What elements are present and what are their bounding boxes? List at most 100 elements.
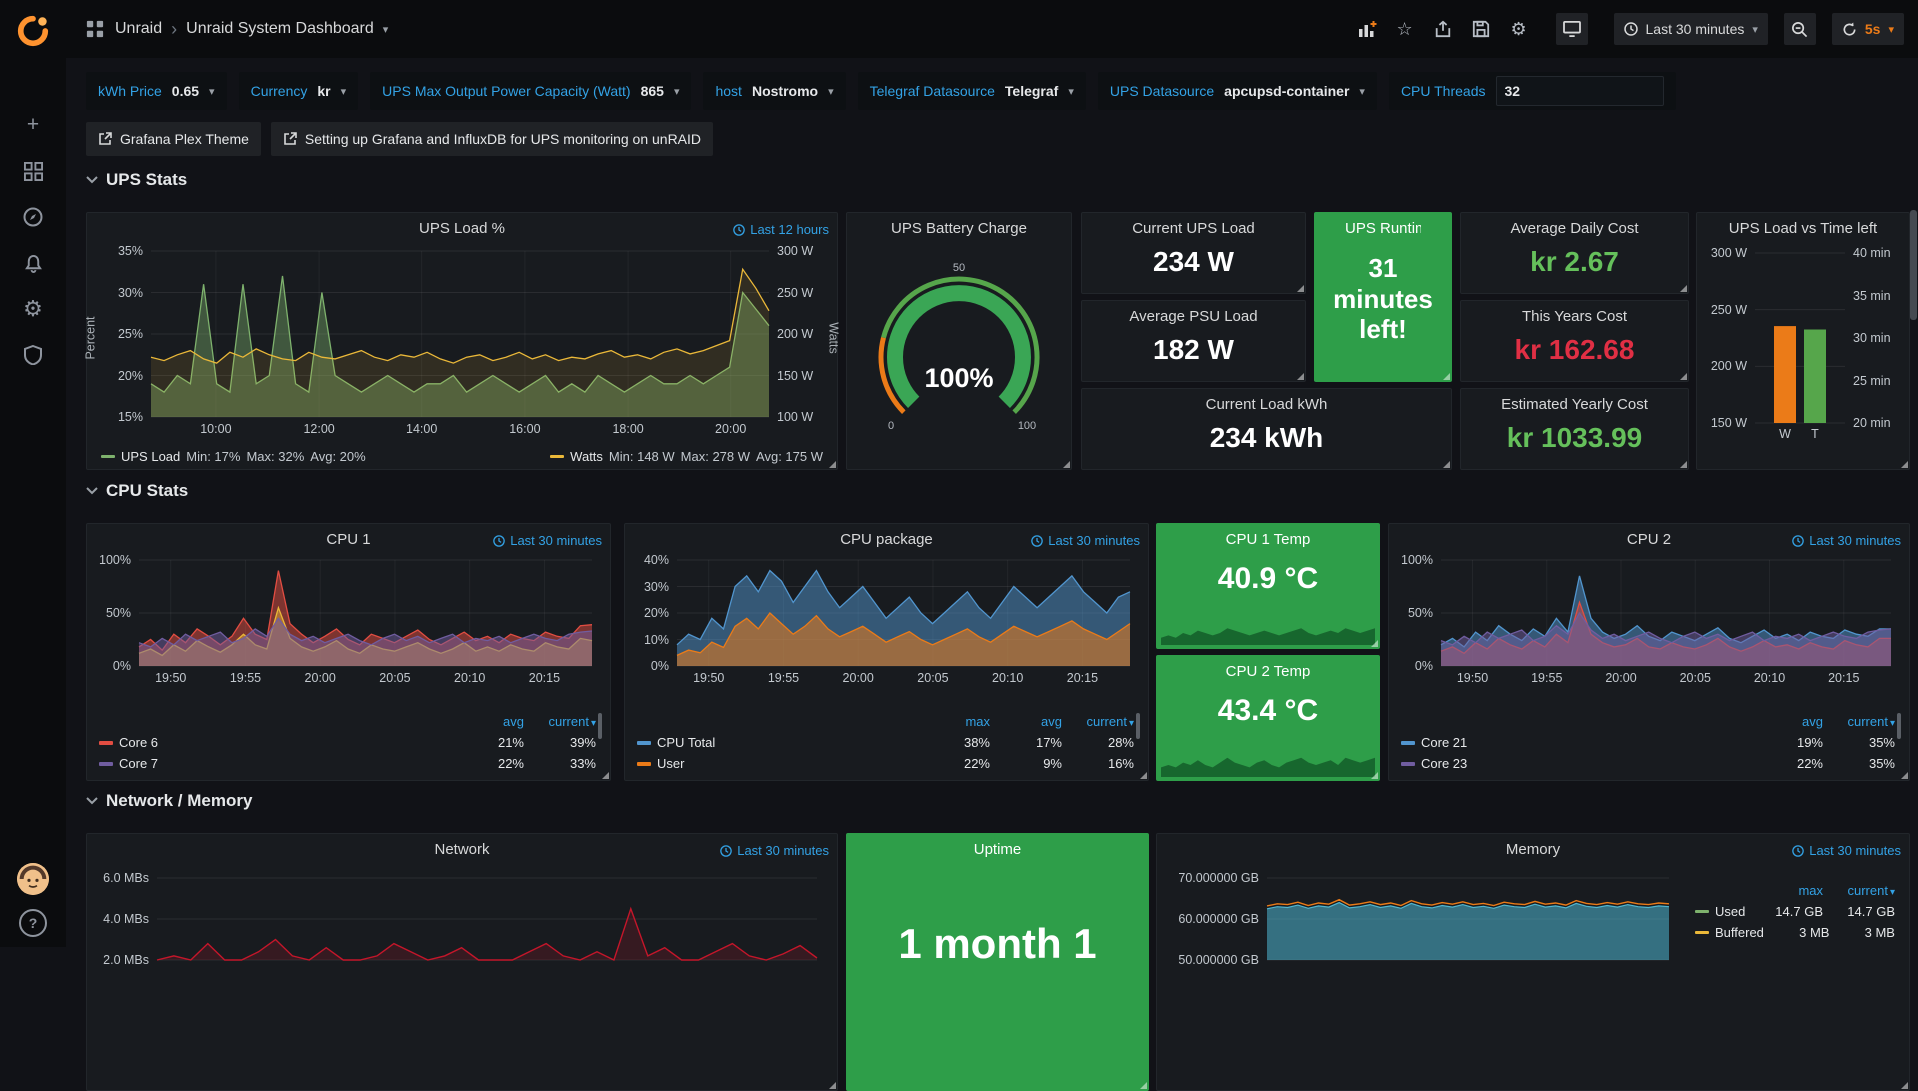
legend-series-name[interactable]: Buffered <box>1715 925 1764 940</box>
configuration-gear-icon[interactable]: ⚙ <box>0 286 66 332</box>
legend-swatch <box>637 762 651 766</box>
chevron-down-icon[interactable]: ▾ <box>383 23 389 36</box>
dashboards-icon[interactable] <box>0 148 66 194</box>
legend-row: Core 7 22% 33% <box>99 753 596 774</box>
legend-series-name[interactable]: Core 23 <box>1421 756 1467 771</box>
legend-col-avg[interactable]: avg <box>452 714 524 729</box>
panel-timerange-link[interactable]: Last 30 minutes <box>493 533 602 548</box>
save-icon[interactable] <box>1470 18 1492 40</box>
legend-series-name[interactable]: Used <box>1715 904 1745 919</box>
legend-col-current[interactable]: current <box>1062 714 1134 729</box>
server-admin-shield-icon[interactable] <box>0 332 66 378</box>
breadcrumb-dashboard[interactable]: Unraid System Dashboard <box>186 20 374 38</box>
star-icon[interactable]: ☆ <box>1394 18 1416 40</box>
template-variables: kWh Price 0.65 ▾ Currency kr ▾ UPS Max O… <box>86 72 1676 110</box>
zoom-out-button[interactable] <box>1784 13 1816 45</box>
panel-title[interactable]: CPU 2 Temp <box>1187 663 1349 680</box>
legend-scrollbar[interactable] <box>1136 713 1140 739</box>
legend-swatch <box>1695 931 1709 934</box>
panel-cpu1-temp: CPU 1 Temp 40.9 °C <box>1156 523 1380 649</box>
link-grafana-plex-theme[interactable]: Grafana Plex Theme <box>86 122 261 156</box>
legend-series-name[interactable]: UPS Load <box>121 449 180 464</box>
legend-col-avg[interactable]: avg <box>1751 714 1823 729</box>
link-ups-monitoring-guide[interactable]: Setting up Grafana and InfluxDB for UPS … <box>271 122 713 156</box>
legend-series-name[interactable]: Core 7 <box>119 756 158 771</box>
legend-scrollbar[interactable] <box>598 713 602 739</box>
breadcrumb-app[interactable]: Unraid <box>115 20 162 38</box>
panel-title[interactable]: UPS Load % <box>117 220 807 237</box>
panel-title[interactable]: CPU 1 Temp <box>1187 531 1349 548</box>
panel-title[interactable]: Estimated Yearly Cost <box>1491 396 1658 413</box>
cpu1-chart: 100%50%0%19:5019:5520:0020:0520:1020:15 <box>93 554 600 688</box>
variable-currency[interactable]: Currency kr ▾ <box>239 72 359 110</box>
legend-col-max[interactable]: max <box>918 714 990 729</box>
section-cpu-stats[interactable]: CPU Stats <box>86 481 188 501</box>
legend-col-max[interactable]: max <box>1751 883 1823 898</box>
legend-swatch <box>99 741 113 745</box>
chevron-down-icon <box>86 487 98 495</box>
apps-grid-icon[interactable] <box>84 18 106 40</box>
panel-title[interactable]: UPS Battery Charge <box>877 220 1041 237</box>
legend-scrollbar[interactable] <box>1897 713 1901 739</box>
legend-series-name[interactable]: Core 6 <box>119 735 158 750</box>
chevron-down-icon <box>86 176 98 184</box>
panel-title[interactable]: Uptime <box>877 841 1118 858</box>
panel-title[interactable]: Memory <box>1187 841 1879 858</box>
cpu-threads-input[interactable] <box>1496 76 1664 106</box>
variable-kwh-price[interactable]: kWh Price 0.65 ▾ <box>86 72 227 110</box>
variable-telegraf-datasource[interactable]: Telegraf Datasource Telegraf ▾ <box>858 72 1086 110</box>
time-picker[interactable]: Last 30 minutes ▾ <box>1614 13 1768 45</box>
panel-timerange-link[interactable]: Last 30 minutes <box>1031 533 1140 548</box>
share-icon[interactable] <box>1432 18 1454 40</box>
legend-swatch <box>550 455 564 458</box>
variable-host[interactable]: host Nostromo ▾ <box>703 72 845 110</box>
legend-series-name[interactable]: Watts <box>570 449 603 464</box>
chevron-down-icon <box>86 797 98 805</box>
panel-cpu2: CPU 2 Last 30 minutes 100%50%0%19:5019:5… <box>1388 523 1910 781</box>
panel-ups-load-vs-time-left: UPS Load vs Time left 300 W250 W200 W150… <box>1696 212 1910 470</box>
user-avatar[interactable] <box>17 863 49 895</box>
panel-title[interactable]: Current Load kWh <box>1112 396 1421 413</box>
panel-title[interactable]: Average PSU Load <box>1112 308 1275 325</box>
panel-title[interactable]: This Years Cost <box>1491 308 1658 325</box>
section-network-memory[interactable]: Network / Memory <box>86 791 252 811</box>
settings-gear-icon[interactable]: ⚙ <box>1508 18 1530 40</box>
panel-timerange-link[interactable]: Last 30 minutes <box>720 843 829 858</box>
variable-ups-datasource[interactable]: UPS Datasource apcupsd-container ▾ <box>1098 72 1377 110</box>
panel-title[interactable]: Network <box>117 841 807 858</box>
stat-value: kr 2.67 <box>1461 246 1688 278</box>
navbar-actions: ☆ ⚙ Last 30 minutes ▾ <box>1356 13 1918 45</box>
gauge-min-label: 0 <box>888 420 894 432</box>
alerting-bell-icon[interactable] <box>0 240 66 286</box>
legend-header-row: max current <box>1695 880 1895 901</box>
variable-ups-max-output[interactable]: UPS Max Output Power Capacity (Watt) 865… <box>370 72 691 110</box>
panel-title[interactable]: Current UPS Load <box>1112 220 1275 237</box>
create-plus-icon[interactable]: + <box>0 102 66 148</box>
stat-value: 234 kWh <box>1082 422 1451 454</box>
tv-mode-button[interactable] <box>1556 13 1588 45</box>
grafana-logo-icon[interactable] <box>0 0 66 62</box>
panel-title[interactable]: UPS Load vs Time left <box>1703 220 1903 237</box>
panel-timerange-link[interactable]: Last 30 minutes <box>1792 533 1901 548</box>
legend-series-name[interactable]: User <box>657 756 684 771</box>
page-scrollbar[interactable] <box>1910 210 1917 320</box>
legend: UPS Load Min: 17% Max: 32% Avg: 20% Watt… <box>101 449 823 464</box>
panel-timerange-link[interactable]: Last 12 hours <box>733 222 829 237</box>
legend-col-current[interactable]: current <box>1823 714 1895 729</box>
panel-average-daily-cost: Average Daily Cost kr 2.67 <box>1460 212 1689 294</box>
panel-title[interactable]: UPS Runtime <box>1345 220 1421 237</box>
section-ups-stats[interactable]: UPS Stats <box>86 170 187 190</box>
explore-compass-icon[interactable] <box>0 194 66 240</box>
refresh-picker[interactable]: 5s ▾ <box>1832 13 1904 45</box>
chart-canvas <box>93 554 600 688</box>
legend-col-current[interactable]: current <box>1823 883 1895 898</box>
legend-series-name[interactable]: Core 21 <box>1421 735 1467 750</box>
add-panel-icon[interactable] <box>1356 18 1378 40</box>
help-icon[interactable]: ? <box>19 909 47 937</box>
legend-col-avg[interactable]: avg <box>990 714 1062 729</box>
legend-swatch <box>101 455 115 458</box>
panel-title[interactable]: Average Daily Cost <box>1491 220 1658 237</box>
legend-series-name[interactable]: CPU Total <box>657 735 715 750</box>
legend-col-current[interactable]: current <box>524 714 596 729</box>
panel-timerange-link[interactable]: Last 30 minutes <box>1792 843 1901 858</box>
